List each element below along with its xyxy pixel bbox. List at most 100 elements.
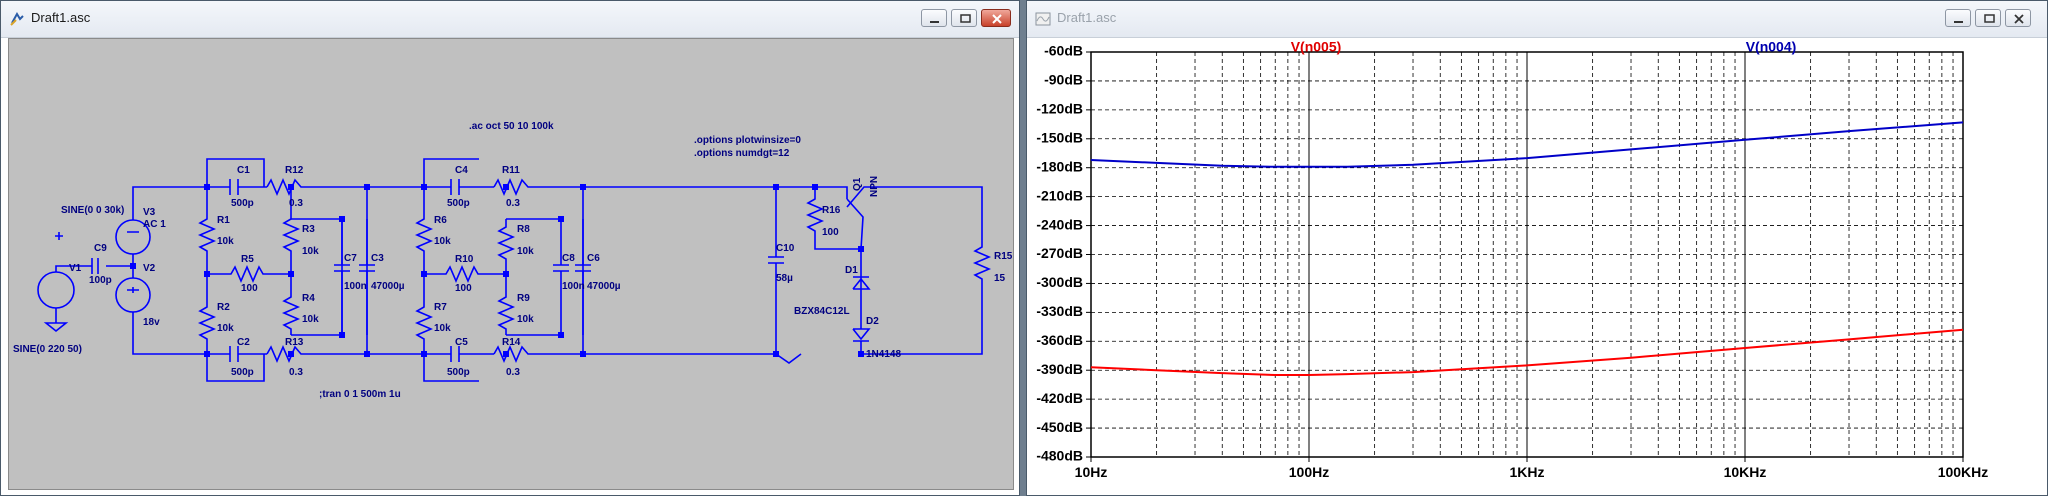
- r9-value: 10k: [517, 314, 534, 325]
- r8-value: 10k: [517, 246, 534, 257]
- r3-label: R3: [302, 224, 315, 235]
- y-tick-label: -420dB: [1036, 390, 1083, 406]
- r13-value: 0.3: [289, 367, 303, 378]
- d2-label: D2: [866, 316, 879, 327]
- r10-label: R10: [455, 254, 474, 265]
- options-directive-2: .options numdgt=12: [694, 148, 790, 159]
- c1-value: 500p: [231, 198, 254, 209]
- close-icon: [992, 14, 1002, 24]
- close-icon: [2014, 14, 2024, 24]
- c9-label: C9: [94, 243, 107, 254]
- c8-value: 100n: [562, 281, 585, 292]
- waveform-icon: [1035, 12, 1051, 26]
- plot-minimize-button[interactable]: [1945, 9, 1971, 27]
- minimize-button[interactable]: [921, 9, 947, 27]
- plot-close-button[interactable]: [2005, 9, 2031, 27]
- bode-plot: -60dB -90dB -120dB -150dB -180dB -210dB -240dB…: [1036, 39, 1989, 480]
- plot-restore-button[interactable]: [1975, 9, 2001, 27]
- q1-type: NPN: [869, 176, 880, 197]
- c1-label: C1: [237, 165, 250, 176]
- plot-title: Draft1.asc: [1057, 10, 1117, 25]
- c2-value: 500p: [231, 367, 254, 378]
- q1-label: Q1: [852, 177, 863, 191]
- ac-directive: .ac oct 50 10 100k: [469, 121, 554, 132]
- r6-label: R6: [434, 215, 447, 226]
- r16-label: R16: [822, 205, 841, 216]
- plot-titlebar: Draft1.asc: [1027, 1, 2047, 38]
- c6-label: C6: [587, 253, 600, 264]
- schematic-window: Draft1.asc .ac oct 50 10 100k ;tran 0 1 …: [0, 0, 1020, 496]
- r10-value: 100: [455, 283, 472, 294]
- minimize-icon: [1954, 21, 1963, 23]
- c2-label: C2: [237, 337, 250, 348]
- y-tick-label: -270dB: [1036, 245, 1083, 261]
- plot-window: Draft1.asc -60dB -90dB -120dB -150dB -180dB -…: [1026, 0, 2048, 496]
- r6-value: 10k: [434, 236, 451, 247]
- plot-grid: [1091, 52, 1963, 457]
- r4-value: 10k: [302, 314, 319, 325]
- y-tick-label: -300dB: [1036, 274, 1083, 290]
- ltspice-icon: [10, 12, 24, 26]
- restore-icon: [960, 14, 971, 23]
- r11-label: R11: [502, 165, 520, 176]
- y-tick-label: -390dB: [1036, 361, 1083, 377]
- r8-label: R8: [517, 224, 530, 235]
- r9-label: R9: [517, 293, 530, 304]
- r15-label: R15: [994, 251, 1013, 262]
- x-tick-label: 10Hz: [1075, 464, 1108, 480]
- v2-name: V2: [143, 263, 156, 274]
- c7-value: 100n: [344, 281, 367, 292]
- r15-value: 15: [994, 273, 1006, 284]
- d1-label: D1: [845, 265, 858, 276]
- v2-value: 18v: [143, 317, 160, 328]
- y-tick-label: -450dB: [1036, 419, 1083, 435]
- r2-label: R2: [217, 302, 230, 313]
- r11-value: 0.3: [506, 198, 520, 209]
- trace-label-n004[interactable]: V(n004): [1746, 39, 1797, 55]
- r4-label: R4: [302, 293, 315, 304]
- c3-value: 47000µ: [371, 281, 405, 292]
- v3-ac: AC 1: [143, 219, 166, 230]
- c7-label: C7: [344, 253, 357, 264]
- c6-value: 47000µ: [587, 281, 621, 292]
- c10-label: C10: [776, 243, 795, 254]
- y-axis: -60dB -90dB -120dB -150dB -180dB -210dB -240dB…: [1036, 43, 1091, 464]
- v3-spec: SINE(0 0 30k): [61, 205, 124, 216]
- v1-name: V1: [69, 263, 82, 274]
- y-tick-label: -90dB: [1044, 72, 1083, 88]
- c9-value: 100p: [89, 275, 112, 286]
- d2-type: 1N4148: [866, 349, 901, 360]
- c8-label: C8: [562, 253, 575, 264]
- r13-label: R13: [285, 337, 304, 348]
- options-directive-1: .options plotwinsize=0: [694, 135, 801, 146]
- x-tick-label: 10KHz: [1724, 464, 1767, 480]
- y-tick-label: -210dB: [1036, 187, 1083, 203]
- y-tick-label: -480dB: [1036, 448, 1083, 464]
- close-button[interactable]: [981, 9, 1011, 27]
- schematic-drawing: .ac oct 50 10 100k ;tran 0 1 500m 1u .op…: [13, 121, 1013, 400]
- r1-label: R1: [217, 215, 230, 226]
- minimize-icon: [930, 21, 939, 23]
- r7-value: 10k: [434, 323, 451, 334]
- c4-label: C4: [455, 165, 468, 176]
- r16-value: 100: [822, 227, 839, 238]
- schematic-canvas[interactable]: .ac oct 50 10 100k ;tran 0 1 500m 1u .op…: [8, 38, 1014, 490]
- restore-button[interactable]: [951, 9, 977, 27]
- restore-icon: [1984, 14, 1995, 23]
- c3-label: C3: [371, 253, 384, 264]
- r5-label: R5: [241, 254, 254, 265]
- v1-spec: SINE(0 220 50): [13, 344, 82, 355]
- x-axis: 10Hz 100Hz 1KHz 10KHz 100KHz: [1075, 457, 1989, 480]
- c4-value: 500p: [447, 198, 470, 209]
- plot-pane[interactable]: -60dB -90dB -120dB -150dB -180dB -210dB -240dB…: [1031, 38, 2043, 491]
- r12-label: R12: [285, 165, 304, 176]
- y-tick-label: -120dB: [1036, 101, 1083, 117]
- trace-label-n005[interactable]: V(n005): [1291, 39, 1342, 55]
- r1-value: 10k: [217, 236, 234, 247]
- x-tick-label: 100KHz: [1938, 464, 1989, 480]
- r12-value: 0.3: [289, 198, 303, 209]
- x-tick-label: 100Hz: [1289, 464, 1329, 480]
- d1-type: BZX84C12L: [794, 306, 850, 317]
- y-tick-label: -360dB: [1036, 332, 1083, 348]
- y-tick-label: -150dB: [1036, 129, 1083, 145]
